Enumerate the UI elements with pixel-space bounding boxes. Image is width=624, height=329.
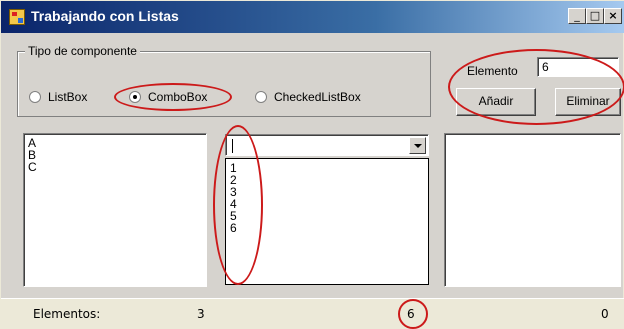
radio-checkedlistbox-label: CheckedListBox [274, 90, 361, 104]
listbox-count: 3 [197, 307, 205, 321]
list-item[interactable]: 1 [230, 162, 424, 174]
radio-listbox-dot[interactable] [29, 91, 41, 103]
maximize-button[interactable]: □ [586, 8, 604, 24]
combobox-dropdown[interactable]: 1 2 3 4 5 6 [225, 158, 429, 285]
list-item[interactable]: B [28, 149, 202, 161]
list-item[interactable]: A [28, 137, 202, 149]
main-window: Trabajando con Listas _ □ × Tipo de comp… [0, 0, 624, 329]
radio-checkedlistbox-dot[interactable] [255, 91, 267, 103]
minimize-button[interactable]: _ [568, 8, 586, 24]
group-legend: Tipo de componente [25, 44, 140, 58]
list-item[interactable]: 2 [230, 174, 424, 186]
combobox[interactable] [225, 134, 429, 156]
remove-button[interactable]: Eliminar [555, 88, 621, 116]
radio-combobox-dot[interactable] [129, 91, 141, 103]
chevron-down-icon[interactable] [409, 137, 426, 154]
text-caret [232, 139, 233, 153]
radio-listbox-label: ListBox [48, 90, 88, 104]
checked-listbox[interactable] [444, 133, 621, 287]
combobox-count: 6 [407, 307, 415, 321]
close-button[interactable]: × [604, 8, 622, 24]
add-button[interactable]: Añadir [456, 88, 536, 116]
list-item[interactable]: 6 [230, 222, 424, 234]
window-title: Trabajando con Listas [31, 8, 179, 24]
title-bar[interactable]: Trabajando con Listas _ □ × [1, 1, 624, 33]
app-icon [9, 9, 25, 25]
radio-combobox-label: ComboBox [148, 90, 208, 104]
status-label: Elementos: [33, 307, 101, 321]
list-item[interactable]: 4 [230, 198, 424, 210]
listbox[interactable]: A B C [23, 133, 207, 287]
radio-combobox[interactable]: ComboBox [129, 89, 207, 105]
radio-listbox[interactable]: ListBox [29, 89, 87, 105]
radio-checkedlistbox[interactable]: CheckedListBox [255, 89, 361, 105]
element-input[interactable]: 6 [537, 57, 619, 77]
component-type-group [17, 51, 431, 117]
checkedlist-count: 0 [601, 307, 609, 321]
list-item[interactable]: C [28, 161, 202, 173]
element-label: Elemento [467, 64, 518, 78]
list-item[interactable]: 5 [230, 210, 424, 222]
list-item[interactable]: 3 [230, 186, 424, 198]
